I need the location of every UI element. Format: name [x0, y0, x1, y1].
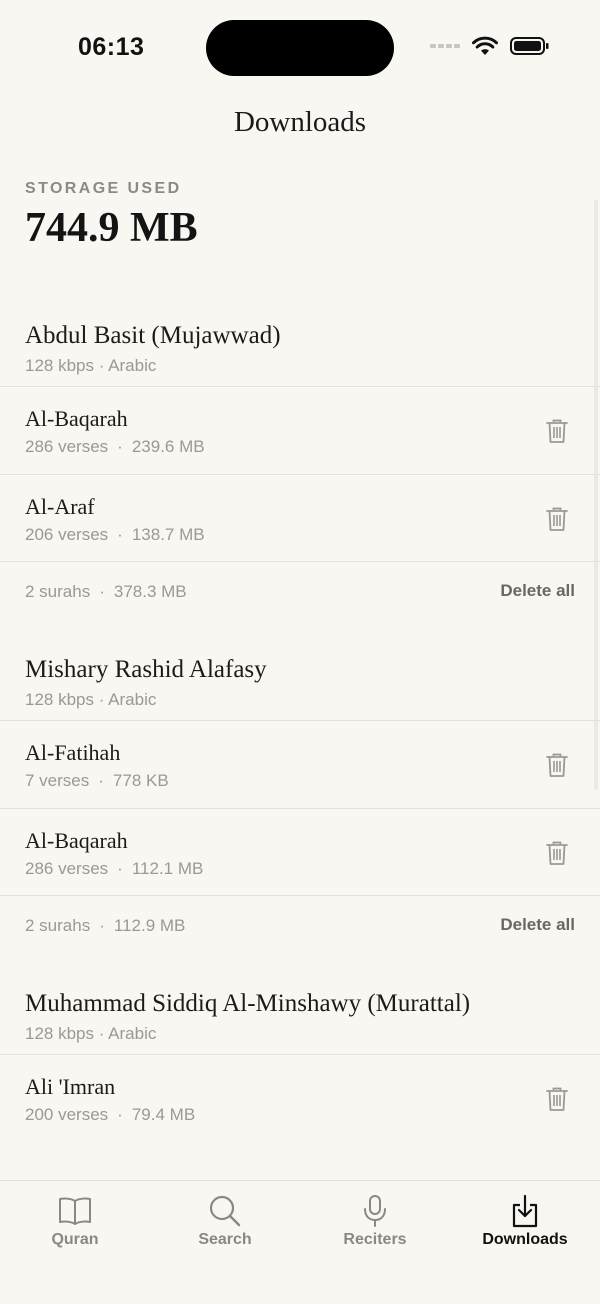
verse-count: 7 verses [25, 771, 90, 790]
separator: · [117, 525, 123, 544]
download-row[interactable]: Al-Baqarah 286 verses · 239.6 MB [0, 387, 600, 475]
tab-quran[interactable]: Quran [0, 1181, 150, 1261]
download-row[interactable]: Al-Baqarah 286 verses · 112.1 MB [0, 809, 600, 897]
reciter-name: Abdul Basit (Mujawwad) [25, 322, 281, 349]
file-size: 112.1 MB [131, 859, 204, 878]
trash-icon[interactable] [546, 753, 568, 778]
trash-icon[interactable] [546, 841, 568, 866]
trash-icon[interactable] [546, 419, 568, 444]
surah-count: 2 surahs [25, 582, 91, 601]
total-size: 112.9 MB [113, 916, 186, 935]
search-icon [209, 1195, 241, 1227]
file-size: 79.4 MB [131, 1105, 196, 1124]
status-icons [430, 36, 550, 56]
storage-value: 744.9 MB [25, 205, 198, 251]
tab-label: Quran [51, 1231, 99, 1248]
tab-downloads[interactable]: Downloads [450, 1181, 600, 1261]
surah-name: Al-Baqarah [25, 828, 128, 853]
tab-label: Search [198, 1231, 252, 1248]
reciter-meta: 128 kbps · Arabic [25, 690, 157, 709]
surah-name: Al-Baqarah [25, 406, 128, 431]
status-time: 06:13 [78, 33, 145, 61]
verse-count: 286 verses [25, 437, 109, 456]
verse-count: 200 verses [25, 1105, 109, 1124]
tab-label: Reciters [343, 1231, 407, 1248]
trash-icon[interactable] [546, 507, 568, 532]
surah-meta: 286 verses · 112.1 MB [25, 859, 203, 879]
trash-icon[interactable] [546, 1087, 568, 1112]
surah-name: Al-Araf [25, 494, 95, 519]
file-size: 138.7 MB [131, 525, 205, 544]
delete-all-button[interactable]: Delete all [500, 581, 575, 601]
dynamic-island [206, 20, 394, 76]
download-row[interactable]: Al-Araf 206 verses · 138.7 MB [0, 475, 600, 563]
verse-count: 286 verses [25, 859, 109, 878]
total-size: 378.3 MB [113, 582, 187, 601]
verse-count: 206 verses [25, 525, 109, 544]
separator: · [99, 916, 105, 935]
summary-text: 2 surahs · 378.3 MB [25, 582, 187, 602]
reciter-name: Muhammad Siddiq Al-Minshawy (Murattal) [25, 990, 471, 1017]
book-icon [59, 1197, 91, 1225]
surah-meta: 200 verses · 79.4 MB [25, 1105, 195, 1125]
download-row[interactable]: Al-Fatihah 7 verses · 778 KB [0, 721, 600, 809]
surah-count: 2 surahs [25, 916, 91, 935]
surah-meta: 206 verses · 138.7 MB [25, 525, 205, 545]
separator: · [98, 771, 104, 790]
surah-name: Ali 'Imran [25, 1074, 116, 1099]
tab-label: Downloads [482, 1231, 568, 1248]
file-size: 239.6 MB [131, 437, 205, 456]
wifi-icon [472, 36, 498, 55]
storage-label: STORAGE USED [25, 180, 182, 197]
battery-icon [510, 37, 549, 55]
section-summary: 2 surahs · 378.3 MB Delete all [0, 562, 600, 620]
reciter-meta: 128 kbps · Arabic [25, 1024, 157, 1043]
download-row[interactable]: Ali 'Imran 200 verses · 79.4 MB [0, 1055, 600, 1143]
page-title: Downloads [233, 106, 367, 138]
reciter-name: Mishary Rashid Alafasy [25, 656, 267, 683]
tab-reciters[interactable]: Reciters [300, 1181, 450, 1261]
separator: · [117, 437, 123, 456]
separator: · [99, 582, 105, 601]
surah-meta: 286 verses · 239.6 MB [25, 437, 205, 457]
status-bar: 06:13 [0, 0, 600, 96]
signal-icon [430, 44, 460, 48]
tab-search[interactable]: Search [150, 1181, 300, 1261]
separator: · [117, 859, 123, 878]
tab-bar: Quran Search Reciters Downloads [0, 1180, 600, 1304]
delete-all-button[interactable]: Delete all [500, 915, 575, 935]
download-icon [512, 1194, 538, 1228]
microphone-icon [364, 1195, 386, 1227]
separator: · [117, 1105, 123, 1124]
file-size: 778 KB [112, 771, 169, 790]
reciter-meta: 128 kbps · Arabic [25, 356, 157, 375]
summary-text: 2 surahs · 112.9 MB [25, 916, 185, 936]
section-summary: 2 surahs · 112.9 MB Delete all [0, 896, 600, 954]
surah-name: Al-Fatihah [25, 740, 121, 765]
surah-meta: 7 verses · 778 KB [25, 771, 169, 791]
